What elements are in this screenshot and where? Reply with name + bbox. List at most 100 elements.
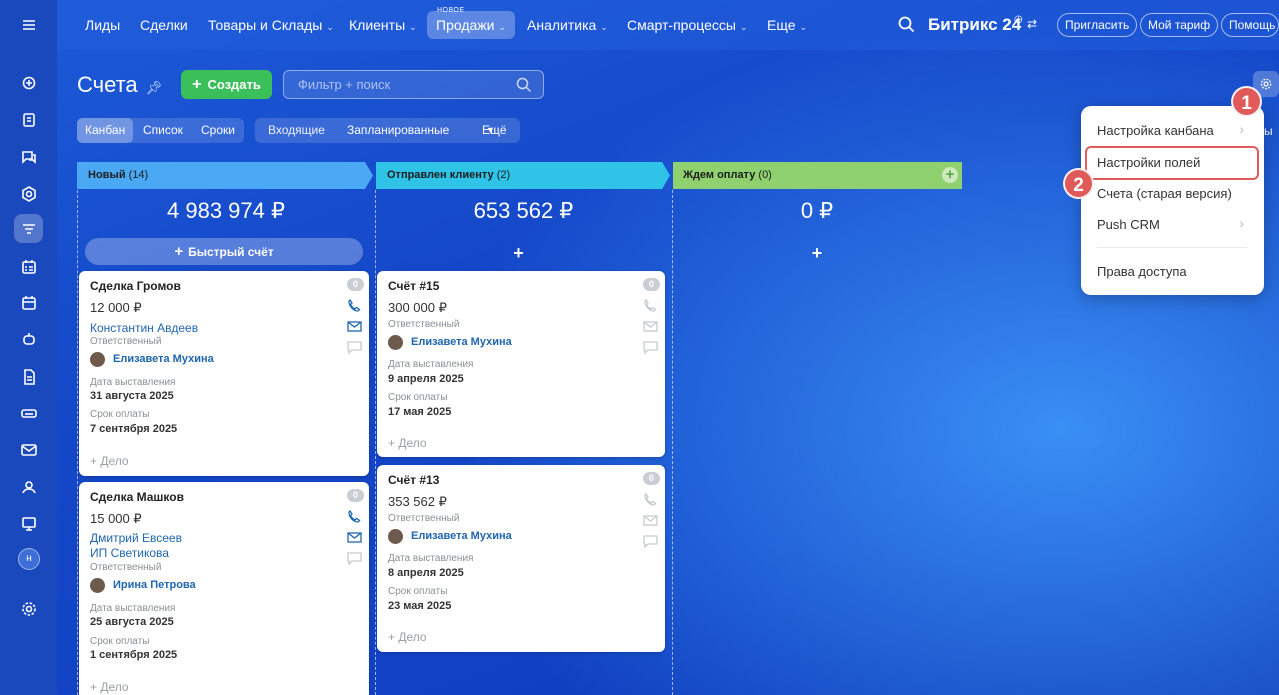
plus-icon: +	[192, 76, 202, 93]
phone-icon[interactable]	[643, 492, 658, 506]
chevron-down-icon: ▼	[486, 125, 495, 135]
menu-item-push-crm[interactable]: Push CRM	[1097, 217, 1160, 232]
calendar-icon[interactable]	[14, 288, 43, 317]
filter-search[interactable]	[283, 70, 544, 99]
column-header-new[interactable]: Новый (14)	[77, 162, 367, 189]
card-price: 12 000 ₽	[90, 300, 142, 315]
phone-icon[interactable]	[643, 298, 658, 312]
presentation-icon[interactable]	[14, 509, 43, 538]
kanban-card[interactable]: Счёт #15 0 300 000 ₽ Ответственный Елиза…	[377, 271, 665, 457]
column-sum-sent: 653 562 ₽	[473, 198, 574, 223]
activity-count-badge: 0	[643, 278, 660, 291]
add-item-button[interactable]: +	[375, 243, 662, 264]
user-avatar[interactable]	[90, 578, 105, 593]
tab-list[interactable]: Список	[135, 118, 191, 143]
menu-item-old-version[interactable]: Счета (старая версия)	[1097, 186, 1232, 201]
card-contact-link[interactable]: Дмитрий Евсеев	[90, 531, 182, 545]
tariff-button[interactable]: Мой тариф	[1140, 13, 1219, 37]
add-item-button[interactable]: +	[672, 243, 962, 264]
page-title-text: Счета	[77, 72, 138, 97]
responsible-user[interactable]: Елизавета Мухина	[411, 530, 512, 542]
filter-planned[interactable]: Запланированные	[339, 118, 457, 143]
step-marker-1: 1	[1231, 86, 1262, 117]
column-header-waiting[interactable]: Ждем оплату (0)	[672, 162, 960, 189]
email-icon[interactable]	[347, 320, 362, 333]
responsible-user[interactable]: Елизавета Мухина	[113, 353, 214, 365]
tasks-icon[interactable]	[14, 105, 43, 134]
phone-icon[interactable]	[347, 298, 362, 312]
nav-deals[interactable]: Сделки	[140, 17, 188, 33]
card-title[interactable]: Счёт #15	[388, 279, 439, 293]
user-avatar[interactable]	[388, 335, 403, 350]
card-company-link[interactable]: ИП Светикова	[90, 546, 169, 560]
tab-kanban[interactable]: Канбан	[77, 118, 134, 143]
page-title: Счета 📌︎	[77, 72, 162, 98]
drive-icon[interactable]	[14, 398, 43, 427]
menu-item-kanban-settings[interactable]: Настройка канбана	[1097, 123, 1214, 138]
kanban-card[interactable]: Счёт #13 0 353 562 ₽ Ответственный Елиза…	[377, 465, 665, 652]
email-icon[interactable]	[347, 531, 362, 544]
add-task-link[interactable]: + Дело	[90, 454, 129, 468]
add-task-link[interactable]: + Дело	[90, 680, 129, 694]
menu-item-access-rights[interactable]: Права доступа	[1097, 264, 1187, 279]
mail-icon[interactable]	[14, 435, 43, 464]
user-avatar[interactable]	[90, 352, 105, 367]
card-title[interactable]: Сделка Машков	[90, 490, 184, 504]
create-button[interactable]: + Создать	[181, 70, 272, 99]
card-title[interactable]: Сделка Громов	[90, 279, 181, 293]
email-icon[interactable]	[643, 514, 658, 527]
search-icon[interactable]	[898, 16, 915, 36]
crm-funnel-icon[interactable]	[14, 214, 43, 243]
nav-products[interactable]: Товары и Склады ⌄	[208, 17, 334, 33]
menu-icon[interactable]	[14, 10, 43, 39]
nav-sales[interactable]: Продажи ⌄	[427, 11, 516, 39]
brand-logo[interactable]: Битрикс 24	[928, 15, 1021, 35]
plus-icon: +	[174, 243, 184, 260]
contacts-icon[interactable]	[14, 472, 43, 501]
messenger-icon[interactable]	[14, 142, 43, 171]
email-icon[interactable]	[643, 320, 658, 333]
robot-icon[interactable]	[14, 324, 43, 353]
nav-smart-processes[interactable]: Смарт-процессы ⌄	[627, 17, 747, 33]
quick-invoice-button[interactable]: + Быстрый счёт	[85, 238, 363, 265]
kanban-card[interactable]: Сделка Громов 0 12 000 ₽ Константин Авде…	[79, 271, 369, 476]
chevron-right-icon: ›	[1239, 215, 1244, 231]
calendar-list-icon[interactable]	[14, 252, 43, 281]
help-button[interactable]: Помощь	[1221, 13, 1279, 37]
responsible-user[interactable]: Ирина Петрова	[113, 579, 196, 591]
quick-invoice-label: Быстрый счёт	[188, 245, 274, 259]
chat-icon[interactable]	[643, 535, 658, 549]
add-task-link[interactable]: + Дело	[388, 630, 427, 644]
nav-analytics[interactable]: Аналитика ⌄	[527, 17, 608, 33]
nav-more[interactable]: Еще ⌄	[767, 17, 807, 33]
avatar[interactable]: н	[18, 548, 40, 570]
card-title[interactable]: Счёт #13	[388, 473, 439, 487]
tab-terms[interactable]: Сроки	[193, 118, 243, 143]
add-task-link[interactable]: + Дело	[388, 436, 427, 450]
highlight-frame	[1085, 146, 1259, 180]
kanban-card[interactable]: Сделка Машков 0 15 000 ₽ Дмитрий Евсеев …	[79, 482, 369, 695]
column-header-sent[interactable]: Отправлен клиенту (2)	[376, 162, 664, 189]
add-stage-icon[interactable]: +	[942, 167, 958, 183]
chat-icon[interactable]	[347, 552, 362, 566]
card-contact-link[interactable]: Константин Авдеев	[90, 321, 198, 335]
settings-gear-icon[interactable]	[14, 594, 43, 623]
sync-icon[interactable]: ⇄	[1027, 17, 1037, 31]
search-icon[interactable]	[516, 77, 532, 96]
target-icon[interactable]	[14, 179, 43, 208]
chat-icon[interactable]	[643, 341, 658, 355]
responsible-user[interactable]: Елизавета Мухина	[411, 336, 512, 348]
invite-button[interactable]: Пригласить	[1057, 13, 1138, 37]
chat-icon[interactable]	[347, 341, 362, 355]
filter-incoming[interactable]: Входящие	[260, 118, 333, 143]
nav-leads[interactable]: Лиды	[85, 17, 120, 33]
phone-icon[interactable]	[347, 509, 362, 523]
due-label: Срок оплаты	[388, 586, 448, 597]
pin-icon[interactable]: 📌︎	[146, 80, 163, 95]
chat-sparkle-icon[interactable]	[14, 68, 43, 97]
document-icon[interactable]	[14, 362, 43, 391]
nav-smart-label: Смарт-процессы	[627, 17, 736, 33]
user-avatar[interactable]	[388, 529, 403, 544]
nav-clients[interactable]: Клиенты ⌄	[349, 17, 417, 33]
search-input[interactable]	[298, 77, 498, 92]
